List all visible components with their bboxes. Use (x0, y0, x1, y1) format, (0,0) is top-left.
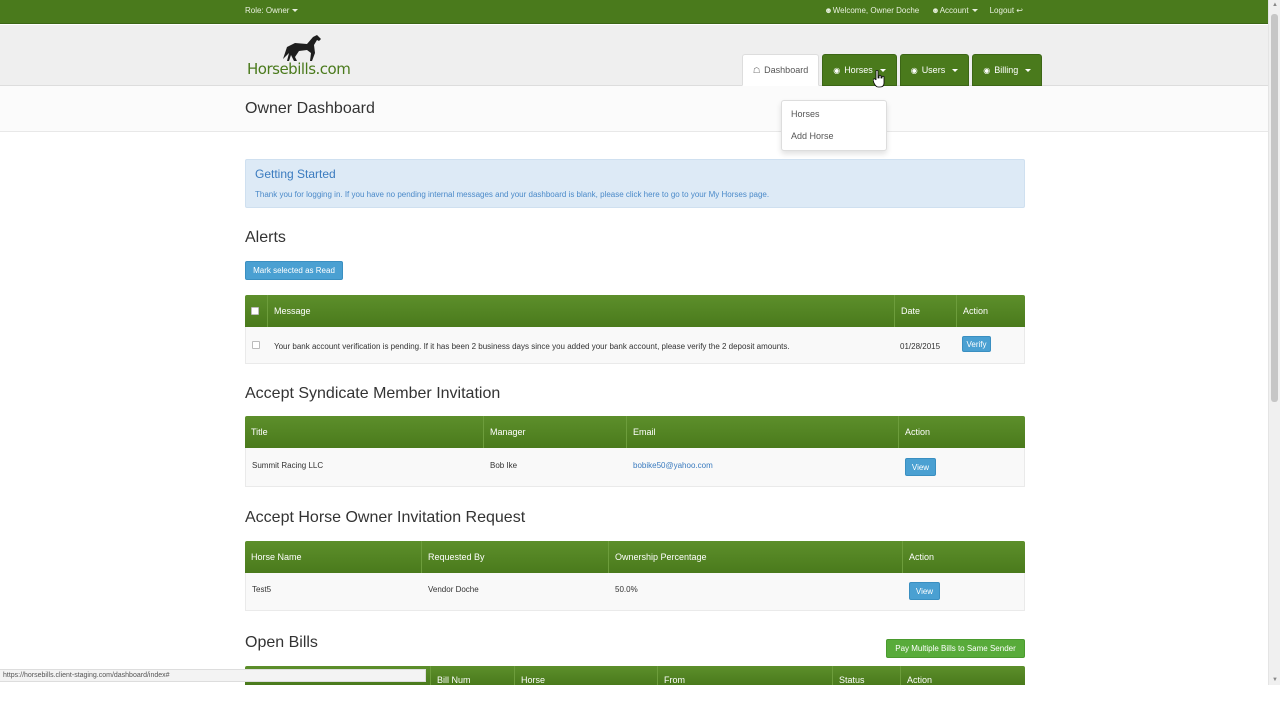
view-button[interactable]: View (905, 458, 936, 476)
syndicate-manager: Bob Ike (490, 461, 518, 470)
open-bills-heading: Open Bills (245, 634, 318, 651)
user-icon: ☻ (931, 6, 940, 15)
table-row: Summit Racing LLC Bob Ike bobike50@yahoo… (245, 448, 1025, 487)
column-horse: Horse (514, 666, 657, 685)
column-ownership: Ownership Percentage (608, 541, 902, 573)
chevron-down-icon (971, 9, 978, 13)
role-menu[interactable]: Role: Owner (245, 6, 299, 15)
select-all-cell (245, 295, 267, 327)
column-message: Message (267, 295, 894, 327)
tab-billing[interactable]: ◉ Billing (972, 54, 1043, 86)
horses-dropdown-menu: Horses Add Horse (781, 100, 887, 151)
tab-dashboard[interactable]: ☖ Dashboard (742, 54, 820, 86)
column-date: Date (894, 295, 956, 327)
menu-item-add-horse[interactable]: Add Horse (782, 125, 886, 147)
getting-started-title: Getting Started (255, 167, 336, 181)
tab-users-label: Users (921, 65, 946, 75)
pay-multiple-bills-button[interactable]: Pay Multiple Bills to Same Sender (886, 639, 1025, 658)
title-band: Owner Dashboard (0, 86, 1268, 132)
tab-users[interactable]: ◉ Users (899, 54, 970, 86)
getting-started-text[interactable]: Thank you for logging in. If you have no… (255, 190, 769, 199)
select-all-checkbox[interactable] (251, 307, 259, 315)
column-email: Email (626, 416, 898, 448)
alert-date: 01/28/2015 (900, 342, 941, 351)
syndicate-table: Title Manager Email Action Summit Racing… (245, 416, 1025, 487)
role-label: Role: Owner (245, 6, 290, 15)
syndicate-title: Summit Racing LLC (252, 461, 324, 470)
scrollbar-thumb[interactable] (1271, 14, 1278, 402)
syndicate-table-header: Title Manager Email Action (245, 416, 1025, 448)
alerts-table: Message Date Action Your bank account ve… (245, 295, 1025, 364)
vertical-scrollbar[interactable]: ▲ ▼ (1268, 0, 1280, 685)
horse-owner-heading: Accept Horse Owner Invitation Request (245, 509, 526, 526)
column-action: Action (898, 416, 1025, 448)
table-row: Your bank account verification is pendin… (245, 327, 1025, 364)
page-bottom-strip (0, 685, 1280, 717)
column-action: Action (902, 541, 1025, 573)
horse-owner-table-header: Horse Name Requested By Ownership Percen… (245, 541, 1025, 573)
chevron-down-icon (952, 68, 959, 72)
logo[interactable]: Horsebills.com (247, 33, 351, 79)
chevron-down-icon (1025, 68, 1032, 72)
logout-icon: ↩ (1016, 6, 1023, 15)
column-action: Action (956, 295, 1025, 327)
horse-logo-icon (283, 35, 321, 61)
tab-billing-label: Billing (994, 65, 1019, 75)
browser-status-bar: https://horsebills.client-staging.com/da… (0, 669, 426, 682)
row-checkbox[interactable] (252, 341, 260, 349)
hand-cursor-icon (873, 70, 885, 88)
ownership-percentage: 50.0% (615, 585, 638, 594)
syndicate-email-link[interactable]: bobike50@yahoo.com (633, 461, 713, 470)
welcome-label: Welcome, Owner Doche (832, 6, 920, 15)
column-title: Title (251, 427, 268, 437)
tab-horses-label: Horses (844, 65, 873, 75)
logout-label: Logout (989, 6, 1015, 15)
table-row: Test5 Vendor Doche 50.0% View (245, 573, 1025, 611)
tab-horses[interactable]: ◉ Horses (822, 54, 897, 86)
top-bar-right: ☻Welcome, Owner Doche ☻Account Logout ↩ (824, 6, 1023, 15)
column-bill-num: Bill Num (430, 666, 514, 685)
eye-icon: ◉ (910, 65, 918, 75)
horse-name: Test5 (252, 585, 272, 594)
main-nav: ☖ Dashboard ◉ Horses ◉ Users ◉ Billing (742, 54, 1043, 86)
column-horse-name: Horse Name (251, 552, 302, 562)
dashboard-icon: ☖ (753, 65, 761, 75)
scroll-down-icon[interactable]: ▼ (1272, 677, 1278, 683)
top-bar: Role: Owner ☻Welcome, Owner Doche ☻Accou… (0, 0, 1268, 24)
column-action: Action (900, 666, 1025, 685)
welcome-user[interactable]: ☻Welcome, Owner Doche (824, 6, 919, 15)
column-from: From (657, 666, 832, 685)
menu-item-horses[interactable]: Horses (782, 103, 886, 125)
view-button[interactable]: View (909, 582, 940, 600)
alerts-heading: Alerts (245, 229, 286, 246)
verify-button[interactable]: Verify (962, 336, 991, 352)
eye-icon: ◉ (833, 65, 841, 75)
tab-dashboard-label: Dashboard (764, 65, 809, 75)
getting-started-box: Getting Started Thank you for logging in… (245, 159, 1025, 208)
scroll-up-icon[interactable]: ▲ (1272, 2, 1278, 8)
chevron-down-icon (292, 9, 299, 13)
alert-message: Your bank account verification is pendin… (274, 342, 790, 351)
column-status: Status (832, 666, 900, 685)
user-icon: ☻ (824, 6, 833, 15)
account-menu[interactable]: ☻Account (931, 6, 978, 15)
logout-link[interactable]: Logout ↩ (990, 6, 1023, 15)
mark-read-button[interactable]: Mark selected as Read (245, 261, 343, 280)
syndicate-heading: Accept Syndicate Member Invitation (245, 385, 501, 402)
eye-icon: ◉ (983, 65, 991, 75)
requested-by: Vendor Doche (428, 585, 479, 594)
header: Horsebills.com (0, 25, 1268, 86)
account-label: Account (939, 6, 969, 15)
page-title: Owner Dashboard (245, 100, 375, 117)
logo-text: Horsebills.com (247, 60, 351, 78)
alerts-table-header: Message Date Action (245, 295, 1025, 327)
column-requested-by: Requested By (421, 541, 608, 573)
column-manager: Manager (483, 416, 626, 448)
horse-owner-table: Horse Name Requested By Ownership Percen… (245, 541, 1025, 611)
